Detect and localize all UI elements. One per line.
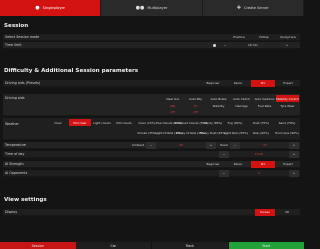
ai-strength-beginner[interactable]: Beginner [201,161,225,168]
display-vr[interactable]: VR [277,209,297,216]
opponents-increase-button[interactable]: + [289,169,299,177]
time-increase-button[interactable]: + [289,150,299,158]
weather-mid-clear[interactable]: Mid clear [69,119,91,126]
road-value: 32 [263,143,267,147]
toggle-dot-icon[interactable] [210,42,218,49]
road-label: Road [220,143,228,147]
weather-clear-15[interactable]: Clear (15%) [136,119,158,126]
server-icon: ✚ [236,4,241,11]
weather-label: Weather [5,122,19,126]
ai-opponents-row: AI Opponents − 4 + [3,169,300,177]
weather-heavy-drizzle[interactable]: Heavy Drizzle (25%) [176,129,206,136]
tab-multiplayer[interactable]: ●● Multiplayer [101,0,203,16]
aid-ideal-line[interactable]: Ideal line [161,95,184,102]
time-of-day-value: 13:00 [254,152,264,156]
opponents-decrease-button[interactable]: − [219,169,229,177]
ambient-value: 26 [179,143,183,147]
ai-opponents-value: 4 [258,171,260,175]
session-mode-label: Select Session mode [5,35,40,39]
preset-racer[interactable]: Racer [226,80,250,87]
weather-light-rain[interactable]: Light Rain (55%) [224,129,248,136]
aid-auto-gearbox[interactable]: Auto Gearbox [253,95,276,102]
session-title: Session [4,23,29,29]
aid-stability[interactable]: Stability [207,102,230,109]
time-of-day-row: Time of day − 13:00 + [3,150,300,158]
difficulty-title: Difficulty & Additional Session paramete… [4,68,139,74]
tab-singleplayer[interactable]: ● Singleplayer [0,0,102,16]
start-button[interactable]: Start [228,242,304,249]
temperature-label: Temperature [5,143,26,147]
ai-strength-row: AI Strength Beginner Racer Pro Expert [3,160,300,168]
weather-rain[interactable]: Rain (60%) [250,129,272,136]
preset-pro[interactable]: Pro [251,79,275,87]
people-icon: ●● [135,4,145,11]
session-mode-row: Select Session mode Practice Hotlap Qual… [3,34,300,41]
person-icon: ● [35,4,40,11]
weather-row: Weather Clear Mid clear Light clouds Mid… [3,118,300,140]
driving-aids-presets-row: Driving aids (Presets) Beginner Racer Pr… [3,79,300,87]
weather-dust[interactable]: Dust (75%) [250,119,272,126]
track-button[interactable]: Track [152,242,229,249]
ai-strength-pro[interactable]: Pro [251,160,275,168]
display-row: Display Screen VR [3,208,300,216]
weather-windy[interactable]: Windy (85%) [202,119,224,126]
time-decrease-button[interactable]: − [219,150,229,158]
view-settings-title: View settings [4,197,47,203]
aid-auto-clutch[interactable]: Auto Clutch [230,95,253,102]
aid-stability-control[interactable]: Stability Control [276,95,299,102]
weather-mid-clouds[interactable]: Mid clouds [113,119,135,126]
weather-hurricane[interactable]: Hurricane (90%) [275,129,299,136]
bottom-nav: Session Car Track Start [0,242,304,249]
display-screen[interactable]: Screen [255,208,275,216]
weather-sand[interactable]: Sand (70%) [275,119,299,126]
weather-fog[interactable]: Fog (50%) [224,119,246,126]
ai-opponents-label: AI Opponents [5,171,28,175]
aid-auto-brake[interactable]: Auto Brake [207,95,230,102]
aid-damage[interactable]: Damage [230,102,253,109]
mode-tabs: ● Singleplayer ●● Multiplayer ✚ Create S… [0,0,304,16]
tab-label: Singleplayer [42,6,66,10]
preset-expert[interactable]: Expert [276,80,300,87]
display-label: Display [5,210,18,214]
ai-strength-expert[interactable]: Expert [276,161,300,168]
aid-tyre-wear[interactable]: Tyre Wear [276,102,299,109]
ai-strength-racer[interactable]: Racer [226,161,250,168]
weather-scattered-clouds[interactable]: Scattered Clouds (55%) [174,119,208,126]
ai-strength-label: AI Strength [5,162,24,166]
aid-auto-blip[interactable]: Auto Blip [184,95,207,102]
car-button[interactable]: Car [75,242,152,249]
increase-button[interactable]: + [283,42,291,49]
road-increase-button[interactable]: + [289,141,299,149]
tab-label: Multiplayer [147,6,168,10]
driving-aids-presets-label: Driving aids (Presets) [5,81,41,85]
time-of-day-label: Time of day [5,152,25,156]
mode-qualy-race[interactable]: Qualy/race [276,34,300,41]
aid-tc-value: Off [193,109,198,114]
mode-practice[interactable]: Practice [227,34,251,41]
tab-create-server[interactable]: ✚ Create Server [202,0,304,16]
aid-fuel-rate[interactable]: Fuel Rate [253,102,276,109]
ambient-increase-button[interactable]: + [206,141,216,149]
ambient-label: Ambient [131,143,145,147]
driving-aids-row: Driving aids Ideal line Auto Blip Auto B… [3,94,300,116]
tab-label: Create Server [243,6,269,10]
preset-beginner[interactable]: Beginner [201,80,225,87]
weather-clear[interactable]: Clear [47,119,69,126]
time-limit-label: Time limit [5,43,22,47]
time-limit-row: Time limit − 10 min + [3,42,300,49]
session-button[interactable]: Session [0,242,76,249]
weather-heavy-dust[interactable]: Heavy Dust (45%) [200,129,226,136]
ambient-decrease-button[interactable]: − [146,141,156,149]
temperature-row: Temperature Ambient − 26 + Road − 32 + [3,141,300,149]
aid-abs-value: Off [170,109,175,114]
mode-hotlap[interactable]: Hotlap [252,34,276,41]
weather-light-clouds[interactable]: Light clouds [91,119,113,126]
road-decrease-button[interactable]: − [230,141,240,149]
decrease-button[interactable]: − [221,42,229,49]
driving-aids-label: Driving aids [5,96,25,100]
time-limit-value: 10 min [247,43,259,47]
